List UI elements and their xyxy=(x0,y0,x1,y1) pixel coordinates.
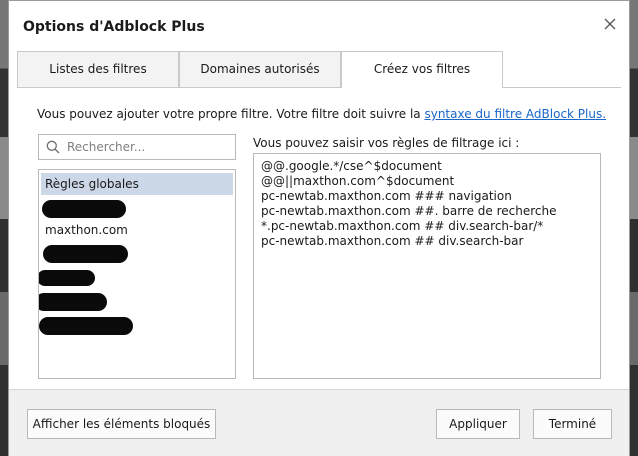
rule-line: pc-newtab.maxthon.com ## div.search-bar xyxy=(261,234,524,248)
custom-filters-panel: Vous pouvez ajouter votre propre filtre.… xyxy=(17,87,621,389)
domain-item-global-rules[interactable]: Règles globales xyxy=(41,173,233,195)
tab-filter-lists[interactable]: Listes des filtres xyxy=(17,51,179,87)
close-button[interactable] xyxy=(601,15,619,33)
dialog-footer: Afficher les éléments bloqués Appliquer … xyxy=(9,389,629,456)
search-icon xyxy=(46,140,60,154)
search-input[interactable] xyxy=(67,138,227,156)
rules-textarea[interactable]: @@.google.*/cse^$document @@||maxthon.co… xyxy=(253,153,601,379)
apply-button[interactable]: Appliquer xyxy=(436,409,520,439)
background-page-right xyxy=(630,0,638,456)
tab-custom-filters[interactable]: Créez vos filtres xyxy=(341,51,503,88)
domain-item-redacted[interactable] xyxy=(39,270,95,286)
tab-allowed-domains[interactable]: Domaines autorisés xyxy=(179,51,341,87)
show-blocked-elements-button[interactable]: Afficher les éléments bloqués xyxy=(27,409,216,439)
domain-list[interactable]: Règles globales maxthon.com xyxy=(38,169,236,379)
rules-label: Vous pouvez saisir vos règles de filtrag… xyxy=(253,136,520,150)
domain-item-redacted[interactable] xyxy=(39,317,133,335)
rule-line: *.pc-newtab.maxthon.com ## div.search-ba… xyxy=(261,219,544,233)
search-field[interactable] xyxy=(38,134,236,160)
rule-line: pc-newtab.maxthon.com ### navigation xyxy=(261,189,512,203)
rule-line: pc-newtab.maxthon.com ##. barre de reche… xyxy=(261,204,557,218)
domain-item-redacted[interactable] xyxy=(43,245,128,263)
background-page-left xyxy=(0,0,8,456)
rule-line: @@.google.*/cse^$document xyxy=(261,159,442,173)
rule-line: @@||maxthon.com^$document xyxy=(261,174,455,188)
adblock-options-dialog: Options d'Adblock Plus Listes des filtre… xyxy=(8,0,630,456)
dialog-title-bar: Options d'Adblock Plus xyxy=(9,1,629,51)
intro-text: Vous pouvez ajouter votre propre filtre.… xyxy=(37,107,606,121)
intro-sentence: Vous pouvez ajouter votre propre filtre.… xyxy=(37,107,425,121)
domain-item-redacted[interactable] xyxy=(42,200,126,218)
done-button[interactable]: Terminé xyxy=(533,409,612,439)
filter-syntax-link[interactable]: syntaxe du filtre AdBlock Plus. xyxy=(424,107,606,121)
dialog-title: Options d'Adblock Plus xyxy=(23,19,205,35)
domain-item-maxthon[interactable]: maxthon.com xyxy=(41,219,128,241)
domain-item-redacted[interactable] xyxy=(39,293,107,311)
tab-bar: Listes des filtres Domaines autorisés Cr… xyxy=(17,51,503,88)
close-icon xyxy=(604,18,616,30)
